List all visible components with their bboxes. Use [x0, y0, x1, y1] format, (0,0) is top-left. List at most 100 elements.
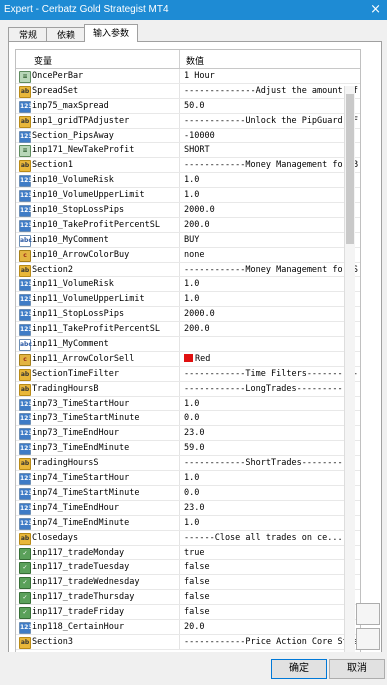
parameter-value-text: 50.0 [184, 100, 205, 111]
column-header-variable[interactable]: 变量 [34, 54, 52, 67]
parameter-value-text: --------------Adjust the amount of s... [184, 85, 358, 96]
table-row[interactable]: 123 inp11_VolumeUpperLimit 1.0 [16, 292, 360, 308]
table-row[interactable]: 123 Section_PipsAway -10000 [16, 128, 360, 144]
column-divider [179, 83, 180, 98]
parameter-value[interactable]: ------------Unlock the PipGuard IF... [184, 116, 358, 126]
parameter-value[interactable]: 1.0 [184, 473, 358, 483]
table-row[interactable]: 123 inp75_maxSpread 50.0 [16, 98, 360, 114]
parameter-value[interactable]: 50.0 [184, 101, 358, 111]
table-row[interactable]: 123 inp11_StopLossPips 2000.0 [16, 307, 360, 323]
parameter-value[interactable]: 1.0 [184, 175, 358, 185]
parameter-value-text: false [184, 592, 210, 603]
parameter-value[interactable]: SHORT [184, 145, 358, 155]
column-header-value[interactable]: 数值 [186, 54, 204, 67]
table-row[interactable]: ✓ inp117_tradeThursday false [16, 590, 360, 606]
scroll-thumb[interactable] [346, 94, 354, 244]
table-row[interactable]: abc inp10_MyComment BUY [16, 232, 360, 248]
table-row[interactable]: 123 inp74_TimeEndHour 23.0 [16, 500, 360, 516]
parameter-value[interactable]: 1.0 [184, 399, 358, 409]
parameter-value[interactable]: false [184, 607, 358, 617]
load-button[interactable] [356, 603, 380, 625]
table-row[interactable]: c inp10_ArrowColorBuy none [16, 247, 360, 263]
table-row[interactable]: ab TradingHoursB ------------LongTrades---… [16, 381, 360, 397]
parameter-value[interactable]: 0.0 [184, 413, 358, 423]
table-row[interactable]: 123 inp10_TakeProfitPercentSL 200.0 [16, 217, 360, 233]
table-row[interactable]: 123 inp10_VolumeUpperLimit 1.0 [16, 188, 360, 204]
parameter-value[interactable]: ------------Time Filters---------- [184, 369, 358, 379]
table-row[interactable]: ab SpreadSet --------------Adjust the amou… [16, 83, 360, 99]
table-row[interactable]: 123 inp10_StopLossPips 2000.0 [16, 203, 360, 218]
parameter-value[interactable]: 1 Hour [184, 71, 358, 81]
parameter-value[interactable]: 1.0 [184, 518, 358, 528]
vertical-scrollbar[interactable] [344, 86, 355, 680]
tab-dependencies[interactable]: 依赖 [46, 27, 86, 42]
parameter-value[interactable]: ------------ShortTrades---------- [184, 458, 358, 468]
parameter-value[interactable]: 200.0 [184, 324, 358, 334]
table-row[interactable]: ab inp1_gridTPAdjuster ------------Unlock … [16, 113, 360, 129]
parameter-value[interactable]: BUY [184, 235, 358, 245]
save-button[interactable] [356, 628, 380, 650]
parameter-value[interactable]: ------------Money Management for S... [184, 265, 358, 275]
table-row[interactable]: ✓ inp117_tradeFriday false [16, 605, 360, 620]
parameter-value[interactable]: 1.0 [184, 279, 358, 289]
table-row[interactable]: 123 inp74_TimeStartHour 1.0 [16, 471, 360, 486]
table-row[interactable]: ab TradingHoursS ------------ShortTrades--… [16, 456, 360, 472]
close-icon[interactable]: × [370, 2, 381, 17]
column-divider [179, 590, 180, 605]
table-row[interactable]: 123 inp74_TimeEndMinute 1.0 [16, 515, 360, 531]
table-row[interactable]: 123 inp73_TimeEndMinute 59.0 [16, 441, 360, 457]
parameter-value[interactable]: 200.0 [184, 220, 358, 230]
parameter-value[interactable]: false [184, 562, 358, 572]
table-row[interactable]: ab Section2 ------------Money Management f… [16, 262, 360, 278]
parameter-value[interactable]: ------------Price Action Core Stra... [184, 637, 358, 647]
table-row[interactable]: 123 inp73_TimeEndHour 23.0 [16, 426, 360, 442]
title-bar: Expert - Cerbatz Gold Strategist MT4 × [0, 0, 387, 20]
table-row[interactable]: ≡ inp171_NewTakeProfit SHORT [16, 143, 360, 159]
table-row[interactable]: ≡ OncePerBar 1 Hour [16, 69, 360, 84]
parameter-value[interactable]: 23.0 [184, 503, 358, 513]
cancel-button[interactable]: 取消 [329, 659, 385, 679]
parameter-value[interactable]: none [184, 250, 358, 260]
table-row[interactable]: abc inp11_MyComment [16, 337, 360, 352]
parameter-value[interactable]: 2000.0 [184, 205, 358, 215]
parameter-name: inp117_tradeMonday [32, 547, 125, 558]
table-row[interactable]: ✓ inp117_tradeWednesday false [16, 575, 360, 591]
parameter-name: inp10_ArrowColorBuy [32, 249, 130, 260]
tab-inputs[interactable]: 输入参数 [84, 24, 138, 42]
parameter-value[interactable]: 1.0 [184, 190, 358, 200]
table-row[interactable]: ab Closedays ------Close all trades on ce.… [16, 530, 360, 546]
ok-button[interactable]: 确定 [271, 659, 327, 679]
table-row[interactable]: 123 inp118_CertainHour 20.0 [16, 619, 360, 635]
parameter-value[interactable]: 1.0 [184, 294, 358, 304]
table-row[interactable]: ✓ inp117_tradeMonday true [16, 545, 360, 561]
parameter-value[interactable]: 59.0 [184, 443, 358, 453]
table-row[interactable]: 123 inp11_TakeProfitPercentSL 200.0 [16, 322, 360, 338]
parameter-value[interactable]: 23.0 [184, 428, 358, 438]
parameter-value-text: ------Close all trades on ce... [184, 532, 343, 543]
tab-general[interactable]: 常规 [8, 27, 48, 42]
table-row[interactable]: 123 inp11_VolumeRisk 1.0 [16, 277, 360, 293]
table-row[interactable]: 123 inp10_VolumeRisk 1.0 [16, 173, 360, 189]
parameter-value-text: 0.0 [184, 487, 200, 498]
table-row[interactable]: ✓ inp117_tradeTuesday false [16, 560, 360, 576]
parameter-value[interactable]: false [184, 592, 358, 602]
parameter-value[interactable]: --------------Adjust the amount of s... [184, 86, 358, 96]
parameter-value[interactable]: ------------LongTrades---------- [184, 384, 358, 394]
table-row[interactable]: 123 inp73_TimeStartMinute 0.0 [16, 411, 360, 427]
table-row[interactable]: c inp11_ArrowColorSell Red [16, 351, 360, 367]
parameter-value[interactable]: 20.0 [184, 622, 358, 632]
table-row[interactable]: ab SectionTimeFilter ------------Time Filt… [16, 366, 360, 382]
table-row[interactable]: ab Section1 ------------Money Management f… [16, 158, 360, 174]
header-divider[interactable] [179, 50, 180, 68]
parameter-value[interactable]: -10000 [184, 131, 358, 141]
parameter-value[interactable]: Red [184, 353, 358, 364]
parameter-value[interactable]: true [184, 548, 358, 558]
table-row[interactable]: ab Section3 ------------Price Action Core … [16, 634, 360, 650]
parameter-value[interactable]: ------Close all trades on ce... [184, 533, 358, 543]
parameter-value[interactable]: 2000.0 [184, 309, 358, 319]
table-row[interactable]: 123 inp73_TimeStartHour 1.0 [16, 396, 360, 412]
parameter-value[interactable]: false [184, 577, 358, 587]
parameter-value[interactable]: ------------Money Management for B... [184, 160, 358, 170]
parameter-value[interactable]: 0.0 [184, 488, 358, 498]
table-row[interactable]: 123 inp74_TimeStartMinute 0.0 [16, 485, 360, 501]
